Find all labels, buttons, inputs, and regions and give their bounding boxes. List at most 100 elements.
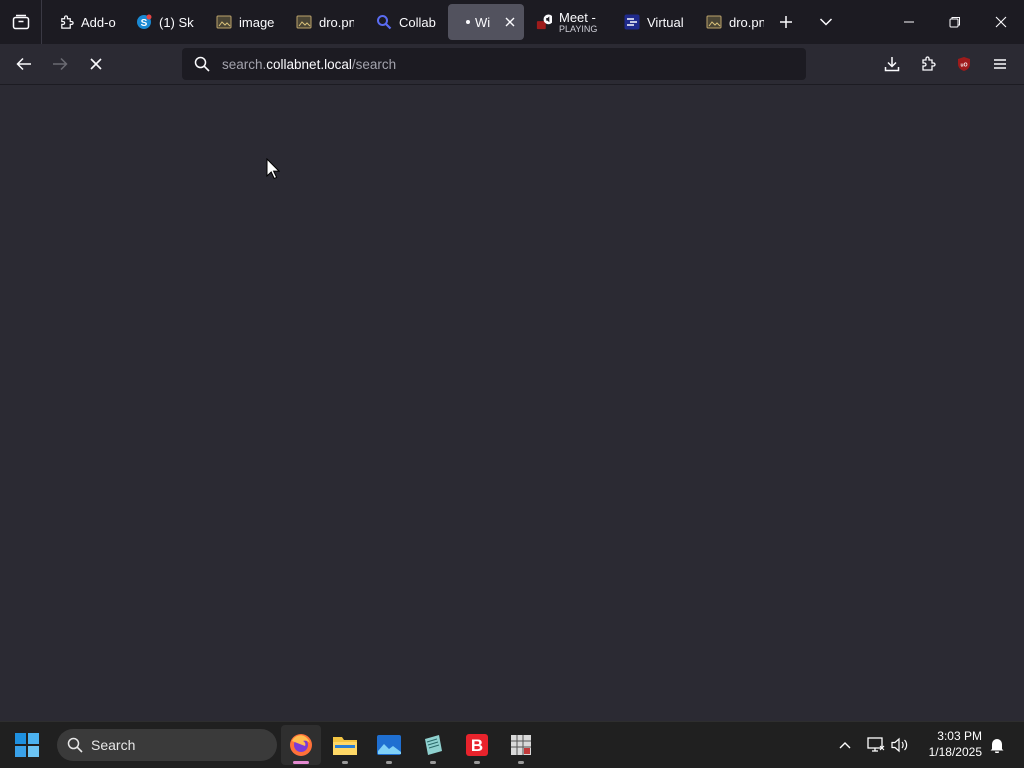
taskbar: Search B 3:03 PM 1/18/2025: [0, 721, 1024, 768]
running-indicator: [293, 761, 309, 764]
navigation-toolbar: search.collabnet.local/search uO: [0, 44, 1024, 85]
tab-skype[interactable]: S (1) Sky: [124, 4, 200, 40]
stop-button[interactable]: [80, 48, 112, 80]
notepad-icon: [425, 735, 442, 755]
speaker-icon: [536, 14, 552, 30]
image-file-icon: [706, 14, 722, 30]
close-tab-icon[interactable]: [502, 14, 518, 30]
download-icon: [884, 57, 900, 72]
tab-overview-button[interactable]: [0, 0, 42, 44]
url-domain: collabnet.local: [266, 56, 352, 72]
svg-text:uO: uO: [961, 63, 968, 69]
stop-icon: [90, 58, 102, 70]
tab-image[interactable]: image: [204, 4, 280, 40]
taskbar-app-file-explorer[interactable]: [325, 725, 365, 765]
new-tab-button[interactable]: [770, 6, 802, 38]
network-status[interactable]: [864, 730, 888, 760]
ublock-button[interactable]: uO: [948, 48, 980, 80]
taskbar-search[interactable]: Search: [57, 729, 277, 761]
tab-dro-png-2[interactable]: dro.pn: [694, 4, 770, 40]
tab-virtual[interactable]: Virtual: [612, 4, 692, 40]
ublock-icon: uO: [958, 57, 970, 71]
search-icon: [182, 56, 222, 72]
restore-icon: [949, 17, 960, 28]
tab-title: dro.pn: [319, 14, 354, 30]
running-indicator: [518, 761, 524, 764]
page-content: [0, 85, 1024, 721]
notifications-button[interactable]: [985, 730, 1009, 760]
mouse-cursor-icon: [266, 158, 280, 180]
tab-title: Collab: [399, 14, 436, 30]
taskbar-app-photos[interactable]: [369, 725, 409, 765]
running-indicator: [474, 761, 480, 764]
image-file-icon: [296, 14, 312, 30]
arrow-left-icon: [16, 57, 31, 71]
tab-strip: Add-o S (1) Sky image dro.pn Collab Wi M…: [0, 0, 1024, 44]
windows-logo-icon: [15, 733, 39, 757]
tab-dro-png[interactable]: dro.pn: [284, 4, 360, 40]
search-icon: [67, 737, 83, 753]
app-menu-button[interactable]: [984, 48, 1016, 80]
running-indicator: [342, 761, 348, 764]
taskbar-search-label: Search: [91, 737, 136, 753]
taskbar-app-firefox[interactable]: [281, 725, 321, 765]
tab-overview-icon: [12, 14, 29, 30]
virtual-icon: [624, 14, 640, 30]
url-path: /search: [351, 56, 397, 72]
url-bar[interactable]: search.collabnet.local/search: [182, 48, 806, 80]
skype-icon: S: [136, 14, 152, 30]
file-explorer-icon: [333, 737, 357, 755]
minimize-button[interactable]: [886, 0, 932, 44]
dot-icon: [466, 20, 470, 24]
taskbar-clock[interactable]: 3:03 PM 1/18/2025: [918, 728, 982, 760]
taskbar-app-grid[interactable]: [501, 725, 541, 765]
restore-button[interactable]: [932, 0, 978, 44]
firefox-icon: [290, 734, 312, 756]
clock-date: 1/18/2025: [928, 745, 982, 759]
tab-title: (1) Sky: [159, 14, 194, 30]
photos-icon: [377, 735, 401, 755]
search-icon: [376, 14, 392, 30]
taskbar-app-notepad[interactable]: [413, 725, 453, 765]
tab-title: Meet -: [559, 10, 596, 24]
puzzle-icon: [922, 56, 936, 71]
tab-addons[interactable]: Add-o: [46, 4, 122, 40]
running-indicator: [386, 761, 392, 764]
tab-title: dro.pn: [729, 14, 764, 30]
volume-button[interactable]: [888, 730, 912, 760]
tab-active[interactable]: Wi: [448, 4, 524, 40]
plus-icon: [780, 16, 792, 28]
bell-icon: [990, 739, 1004, 753]
bitdefender-icon: B: [466, 734, 488, 756]
hamburger-menu-icon: [994, 59, 1006, 69]
minimize-icon: [904, 21, 914, 23]
tab-title: image: [239, 14, 274, 30]
speaker-icon: [891, 737, 908, 753]
svg-text:B: B: [471, 736, 483, 755]
puzzle-icon: [58, 14, 74, 30]
taskbar-app-bitdefender[interactable]: B: [457, 725, 497, 765]
show-hidden-icons-button[interactable]: [833, 730, 857, 760]
back-button[interactable]: [8, 48, 40, 80]
grid-app-icon: [511, 735, 531, 755]
network-icon: [867, 737, 885, 752]
image-file-icon: [216, 14, 232, 30]
tab-collab[interactable]: Collab: [364, 4, 444, 40]
chevron-down-icon: [819, 18, 833, 26]
running-indicator: [430, 761, 436, 764]
downloads-button[interactable]: [876, 48, 908, 80]
arrow-right-icon: [53, 57, 68, 71]
close-window-button[interactable]: [978, 0, 1024, 44]
clock-time: 3:03 PM: [937, 729, 982, 743]
start-button[interactable]: [14, 732, 42, 760]
svg-text:S: S: [141, 18, 148, 29]
tab-playing-label: PLAYING: [559, 23, 598, 34]
tab-meet[interactable]: Meet - PLAYING: [528, 4, 608, 40]
forward-button[interactable]: [44, 48, 76, 80]
chevron-up-icon: [839, 742, 851, 749]
tab-title: Virtual: [647, 14, 684, 30]
url-text: search.collabnet.local/search: [222, 57, 396, 72]
url-subdomain: search.: [222, 56, 267, 72]
list-all-tabs-button[interactable]: [810, 6, 842, 38]
extensions-button[interactable]: [912, 48, 944, 80]
